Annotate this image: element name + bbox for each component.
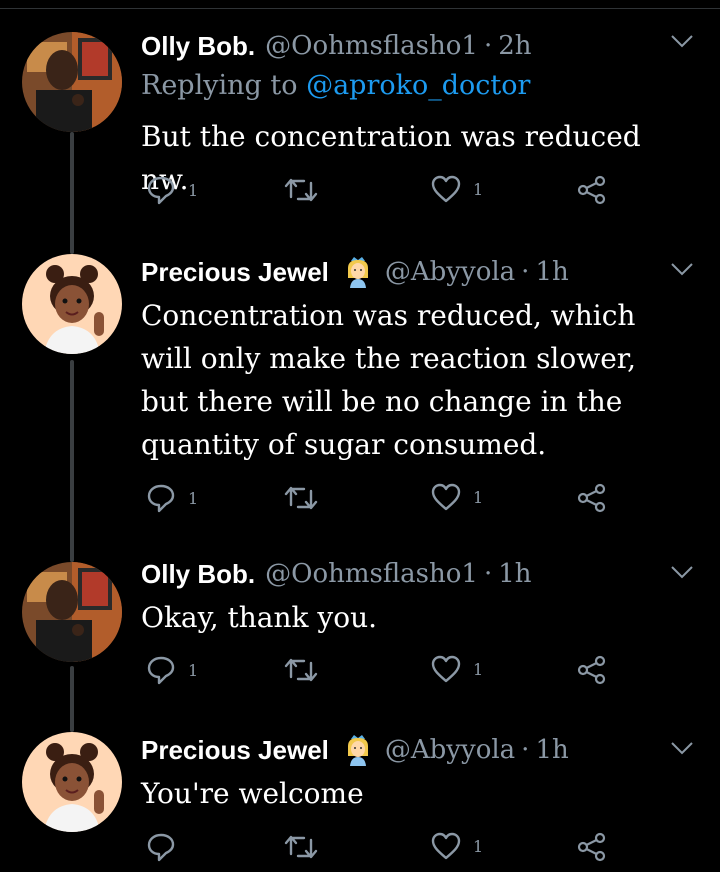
timestamp[interactable]: 1h bbox=[498, 559, 531, 589]
share-icon bbox=[577, 483, 606, 513]
like-button[interactable]: 1 bbox=[431, 655, 483, 683]
share-icon bbox=[577, 832, 606, 862]
separator-dot: · bbox=[483, 559, 493, 589]
separator-dot: · bbox=[521, 735, 530, 765]
share-button[interactable] bbox=[576, 655, 606, 685]
author-handle[interactable]: @Abyyola bbox=[385, 735, 515, 765]
author-handle[interactable]: @Oohmsflasho1 bbox=[265, 31, 478, 61]
chevron-down-icon[interactable] bbox=[670, 741, 694, 755]
reply-icon bbox=[147, 833, 175, 862]
like-count: 1 bbox=[473, 659, 484, 679]
princess-emoji-icon bbox=[341, 255, 375, 289]
replying-to-label: Replying to bbox=[141, 70, 307, 101]
reply-count: 1 bbox=[188, 660, 199, 680]
reply-count: 1 bbox=[188, 180, 199, 200]
heart-icon bbox=[431, 832, 461, 860]
author-name[interactable]: Olly Bob. bbox=[141, 31, 255, 62]
reply-button[interactable] bbox=[146, 832, 176, 862]
chevron-down-icon[interactable] bbox=[670, 34, 694, 48]
retweet-icon bbox=[284, 835, 318, 859]
princess-emoji-icon bbox=[341, 733, 375, 767]
retweet-button[interactable] bbox=[284, 175, 318, 205]
timestamp[interactable]: 2h bbox=[498, 31, 531, 61]
reply-mention-link[interactable]: @aproko_doctor bbox=[306, 70, 530, 101]
reply-button[interactable]: 1 bbox=[146, 483, 198, 513]
replying-to: Replying to @aproko_doctor bbox=[141, 67, 680, 105]
like-count: 1 bbox=[473, 179, 484, 199]
author-handle[interactable]: @Abyyola bbox=[385, 257, 515, 287]
separator-dot: · bbox=[521, 257, 530, 287]
like-button[interactable]: 1 bbox=[431, 483, 483, 511]
reply-icon bbox=[147, 656, 175, 685]
retweet-button[interactable] bbox=[284, 483, 318, 513]
heart-icon bbox=[431, 483, 461, 511]
retweet-button[interactable] bbox=[284, 832, 318, 862]
author-name[interactable]: Precious Jewel bbox=[141, 735, 329, 766]
like-count: 1 bbox=[473, 487, 484, 507]
avatar-precious-jewel[interactable] bbox=[22, 732, 122, 832]
like-button[interactable]: 1 bbox=[431, 175, 483, 203]
author-name[interactable]: Precious Jewel bbox=[141, 257, 329, 288]
heart-icon bbox=[431, 655, 461, 683]
share-icon bbox=[577, 175, 606, 205]
timestamp[interactable]: 1h bbox=[535, 735, 568, 765]
avatar-precious-jewel[interactable] bbox=[22, 254, 122, 354]
author-name[interactable]: Olly Bob. bbox=[141, 559, 255, 590]
share-button[interactable] bbox=[576, 832, 606, 862]
chevron-down-icon[interactable] bbox=[670, 565, 694, 579]
timestamp[interactable]: 1h bbox=[535, 257, 568, 287]
like-button[interactable]: 1 bbox=[431, 832, 483, 860]
reply-icon bbox=[147, 484, 175, 513]
heart-icon bbox=[431, 175, 461, 203]
retweet-icon bbox=[284, 178, 318, 202]
thread-connector bbox=[70, 360, 74, 562]
reply-count: 1 bbox=[188, 488, 199, 508]
chevron-down-icon[interactable] bbox=[670, 262, 694, 276]
avatar-olly-bob[interactable] bbox=[22, 32, 122, 132]
author-handle[interactable]: @Oohmsflasho1 bbox=[265, 559, 478, 589]
share-button[interactable] bbox=[576, 175, 606, 205]
share-button[interactable] bbox=[576, 483, 606, 513]
thread-connector bbox=[70, 132, 74, 254]
retweet-button[interactable] bbox=[284, 655, 318, 685]
reply-button[interactable]: 1 bbox=[146, 655, 198, 685]
reply-icon bbox=[147, 176, 175, 205]
retweet-icon bbox=[284, 658, 318, 682]
like-count: 1 bbox=[473, 836, 484, 856]
tweet-text: Concentration was reduced, which will on… bbox=[141, 299, 636, 461]
tweet-text: You're welcome bbox=[141, 777, 364, 810]
thread-connector bbox=[70, 666, 74, 732]
avatar-olly-bob[interactable] bbox=[22, 562, 122, 662]
retweet-icon bbox=[284, 486, 318, 510]
top-divider bbox=[0, 8, 720, 9]
share-icon bbox=[577, 655, 606, 685]
tweet-text: Okay, thank you. bbox=[141, 601, 378, 634]
separator-dot: · bbox=[483, 31, 493, 61]
reply-button[interactable]: 1 bbox=[146, 175, 198, 205]
